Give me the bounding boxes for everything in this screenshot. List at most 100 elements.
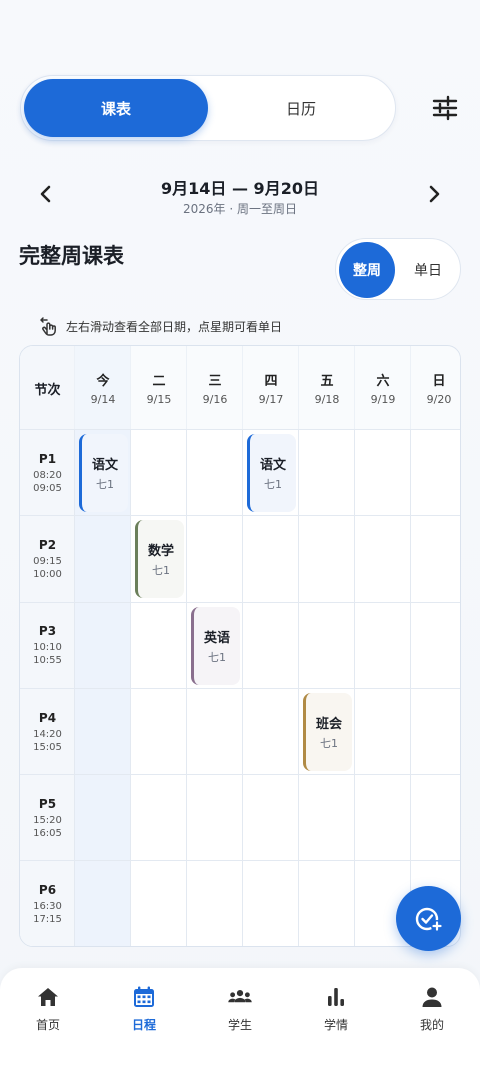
day-date: 9/16 [202, 393, 228, 406]
person-icon [422, 987, 442, 1007]
day-header-0[interactable]: 今 9/14 [75, 346, 131, 430]
view-tabs: 课表 日历 [20, 75, 396, 141]
section-title: 完整周课表 [19, 244, 124, 268]
day-name: 今 [96, 374, 110, 389]
period-end-time: 16:05 [33, 827, 62, 839]
nav-profile[interactable]: 我的 [384, 984, 480, 1044]
swipe-hint: 左右滑动查看全部日期，点星期可看单日 [38, 314, 282, 338]
nav-analytics[interactable]: 学情 [288, 984, 384, 1044]
day-header-3[interactable]: 四 9/17 [243, 346, 299, 430]
course-card[interactable]: 语文七1 [247, 434, 296, 512]
day-date: 9/14 [90, 393, 116, 406]
day-date: 9/18 [314, 393, 340, 406]
nav-home[interactable]: 首页 [0, 984, 96, 1044]
period-label-P5: P5 15:20 16:05 [20, 775, 75, 861]
nav-schedule[interactable]: 日程 [96, 984, 192, 1044]
day-date: 9/20 [426, 393, 452, 406]
view-day-button[interactable]: 单日 [400, 242, 456, 298]
period-end-time: 15:05 [33, 741, 62, 753]
calendar-icon [134, 986, 154, 1007]
period-end-time: 10:55 [33, 655, 62, 667]
period-row [20, 862, 460, 947]
period-name: P5 [38, 796, 57, 811]
course-name: 语文 [259, 458, 286, 473]
period-name: P1 [38, 451, 57, 466]
day-date: 9/19 [370, 393, 396, 406]
period-label-P4: P4 14:20 15:05 [20, 689, 75, 775]
course-card[interactable]: 数学七1 [135, 520, 184, 599]
period-start-time: 10:10 [33, 642, 62, 654]
view-week-button[interactable]: 整周 [339, 242, 395, 298]
nav-students[interactable]: 学生 [192, 984, 288, 1044]
add-check-button[interactable] [396, 886, 461, 951]
nav-label-profile: 我的 [419, 1018, 444, 1032]
period-label-P2: P2 09:15 10:00 [20, 516, 75, 602]
tab-schedule[interactable]: 课表 [24, 79, 208, 137]
course-name: 语文 [91, 458, 118, 473]
week-timetable: 节次 今 9/14 二 9/15 三 9/16 四 9/17 五 9/18 六 9/19 日 9/20 P1 0… [19, 345, 461, 947]
course-class: 七1 [264, 478, 282, 491]
period-label-P6: P6 16:30 17:15 [20, 862, 75, 947]
top-bar: 课表 日历 [20, 75, 460, 141]
period-end-time: 17:15 [33, 914, 62, 926]
period-end-time: 10:00 [33, 568, 62, 580]
course-name: 班会 [315, 716, 342, 732]
day-header-2[interactable]: 三 9/16 [187, 346, 243, 430]
day-name: 二 [152, 374, 166, 389]
day-header-4[interactable]: 五 9/18 [299, 346, 355, 430]
course-class: 七1 [208, 650, 226, 664]
corner-label: 节次 [34, 382, 61, 398]
day-name: 六 [376, 374, 390, 389]
tab-calendar[interactable]: 日历 [209, 79, 393, 137]
course-card[interactable]: 语文七1 [79, 434, 128, 512]
course-card[interactable]: 班会七1 [303, 692, 352, 771]
day-name: 三 [208, 374, 222, 389]
course-class: 七1 [96, 478, 114, 491]
course-class: 七1 [320, 736, 338, 750]
swipe-hand-icon [40, 317, 56, 336]
period-end-time: 09:05 [33, 482, 62, 494]
swipe-hint-text: 左右滑动查看全部日期，点星期可看单日 [66, 319, 283, 334]
bar-chart-icon [328, 988, 344, 1006]
course-class: 七1 [152, 564, 170, 578]
chevron-right-icon[interactable] [422, 182, 446, 206]
period-label-P1: P1 08:20 09:05 [20, 430, 75, 516]
schedule-page: 课表 日历 9月14日 — 9月20日 2026年 · 周一至周日 完整周课表 … [0, 0, 480, 1077]
day-name: 日 [432, 374, 446, 389]
day-header-6[interactable]: 日 9/20 [411, 346, 460, 430]
people-icon [228, 989, 252, 1003]
day-date: 9/15 [146, 393, 172, 406]
bottom-navigation: 首页 日程 学生 学情 我的 [0, 968, 480, 1077]
course-name: 数学 [147, 544, 174, 560]
course-name: 英语 [203, 630, 230, 646]
course-card[interactable]: 英语七1 [191, 606, 240, 685]
week-subtitle: 2026年 · 周一至周日 [183, 202, 297, 216]
nav-label-home: 首页 [35, 1018, 60, 1032]
week-navigator: 9月14日 — 9月20日 2026年 · 周一至周日 [0, 170, 480, 220]
week-range: 9月14日 — 9月20日 [161, 179, 319, 198]
check-add-icon [415, 907, 443, 932]
period-name: P3 [38, 624, 57, 639]
nav-label-analytics: 学情 [323, 1018, 348, 1032]
period-name: P2 [38, 537, 57, 552]
period-start-time: 14:20 [33, 728, 62, 740]
day-name: 四 [264, 374, 278, 389]
week-day-toggle: 整周 单日 [335, 238, 461, 300]
home-icon [38, 988, 58, 1006]
day-header-5[interactable]: 六 9/19 [355, 346, 411, 430]
period-name: P4 [38, 710, 57, 725]
period-label-P3: P3 10:10 10:55 [20, 603, 75, 689]
nav-label-schedule: 日程 [131, 1018, 156, 1032]
period-row [20, 516, 460, 603]
period-name: P6 [38, 883, 57, 898]
day-name: 五 [320, 374, 334, 389]
filter-icon[interactable] [430, 93, 460, 123]
period-start-time: 15:20 [33, 814, 62, 826]
period-row [20, 775, 460, 862]
day-header-1[interactable]: 二 9/15 [131, 346, 187, 430]
period-row [20, 689, 460, 776]
period-start-time: 08:20 [33, 469, 62, 481]
period-start-time: 16:30 [33, 901, 62, 913]
period-row [20, 603, 460, 689]
period-start-time: 09:15 [33, 555, 62, 567]
